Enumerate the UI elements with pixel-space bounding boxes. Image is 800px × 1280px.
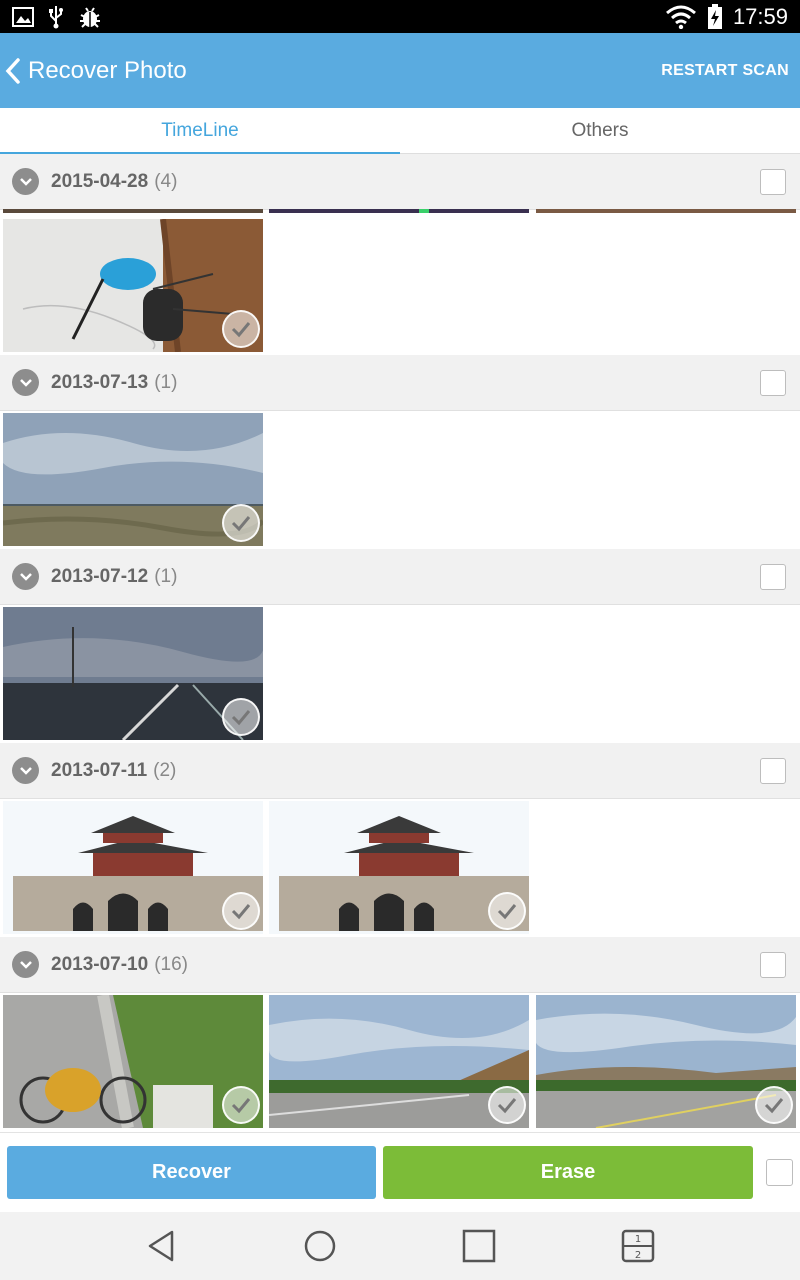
restart-scan-button[interactable]: RESTART SCAN xyxy=(661,62,789,80)
chevron-down-icon[interactable] xyxy=(12,951,39,978)
group-count: (16) xyxy=(154,953,188,975)
group-date: 2015-04-28 xyxy=(51,170,149,192)
photo-thumbnail[interactable] xyxy=(3,413,263,546)
photo-thumbnail[interactable] xyxy=(3,219,263,352)
bottom-action-bar: Recover Erase xyxy=(0,1132,800,1212)
chevron-down-icon[interactable] xyxy=(12,563,39,590)
group-checkbox[interactable] xyxy=(760,370,786,396)
group-checkbox[interactable] xyxy=(760,952,786,978)
usb-icon xyxy=(49,5,63,28)
select-all-checkbox[interactable] xyxy=(766,1159,793,1186)
group-header[interactable]: 2013-07-13 (1) xyxy=(0,355,800,411)
group-count: (2) xyxy=(153,759,177,781)
tab-others[interactable]: Others xyxy=(400,108,800,153)
selected-check-icon[interactable] xyxy=(222,892,260,930)
recents-icon[interactable] xyxy=(461,1228,497,1264)
group-date: 2013-07-13 xyxy=(51,371,149,393)
back-navigation[interactable]: Recover Photo xyxy=(4,57,187,85)
selected-check-icon[interactable] xyxy=(488,892,526,930)
group-count: (1) xyxy=(154,371,178,393)
selected-check-icon[interactable] xyxy=(755,1086,793,1124)
chevron-down-icon[interactable] xyxy=(12,369,39,396)
system-navigation-bar: 1 2 xyxy=(0,1212,800,1280)
photo-thumbnail[interactable] xyxy=(269,209,529,213)
split-screen-icon[interactable]: 1 2 xyxy=(620,1228,656,1264)
group-date: 2013-07-12 xyxy=(51,565,149,587)
photo-thumbnail[interactable] xyxy=(269,995,529,1128)
svg-text:2: 2 xyxy=(635,1250,641,1261)
group-header[interactable]: 2013-07-10 (16) xyxy=(0,937,800,993)
wifi-icon xyxy=(665,5,696,29)
selected-check-icon[interactable] xyxy=(222,1086,260,1124)
selected-check-icon[interactable] xyxy=(222,504,260,542)
image-icon xyxy=(12,6,34,27)
photo-thumbnail[interactable] xyxy=(3,995,263,1128)
bug-icon xyxy=(80,6,100,28)
photo-thumbnail[interactable] xyxy=(536,995,796,1128)
photo-thumbnail[interactable] xyxy=(3,607,263,740)
app-bar: Recover Photo RESTART SCAN xyxy=(0,33,800,108)
tab-bar: TimeLine Others xyxy=(0,108,800,154)
photo-thumbnail[interactable] xyxy=(269,801,529,934)
svg-text:1: 1 xyxy=(635,1234,641,1245)
photo-thumbnail[interactable] xyxy=(536,209,796,213)
photo-timeline-list[interactable]: 2015-04-28 (4) 2013-07-13 (1) 2013-07-12… xyxy=(0,154,800,1132)
group-date: 2013-07-10 xyxy=(51,953,149,975)
tab-timeline[interactable]: TimeLine xyxy=(0,108,400,154)
group-count: (4) xyxy=(154,170,178,192)
group-date: 2013-07-11 xyxy=(51,759,148,781)
page-title: Recover Photo xyxy=(28,56,187,84)
status-bar: 17:59 xyxy=(0,0,800,33)
status-time: 17:59 xyxy=(732,3,788,29)
battery-charging-icon xyxy=(707,3,722,29)
photo-thumbnail[interactable] xyxy=(3,801,263,934)
erase-button[interactable]: Erase xyxy=(383,1146,753,1199)
chevron-down-icon[interactable] xyxy=(12,168,39,195)
group-header[interactable]: 2013-07-12 (1) xyxy=(0,549,800,605)
chevron-down-icon[interactable] xyxy=(12,757,39,784)
selected-check-icon[interactable] xyxy=(222,698,260,736)
group-checkbox[interactable] xyxy=(760,758,786,784)
chevron-left-icon[interactable] xyxy=(4,57,22,85)
home-icon[interactable] xyxy=(302,1228,338,1264)
group-checkbox[interactable] xyxy=(760,564,786,590)
group-header[interactable]: 2015-04-28 (4) xyxy=(0,154,800,210)
back-icon[interactable] xyxy=(144,1228,180,1264)
selected-check-icon[interactable] xyxy=(222,310,260,348)
group-header[interactable]: 2013-07-11 (2) xyxy=(0,743,800,799)
selected-check-icon[interactable] xyxy=(488,1086,526,1124)
photo-thumbnail[interactable] xyxy=(3,209,263,213)
recover-button[interactable]: Recover xyxy=(7,1146,376,1199)
group-checkbox[interactable] xyxy=(760,169,786,195)
group-count: (1) xyxy=(154,565,178,587)
